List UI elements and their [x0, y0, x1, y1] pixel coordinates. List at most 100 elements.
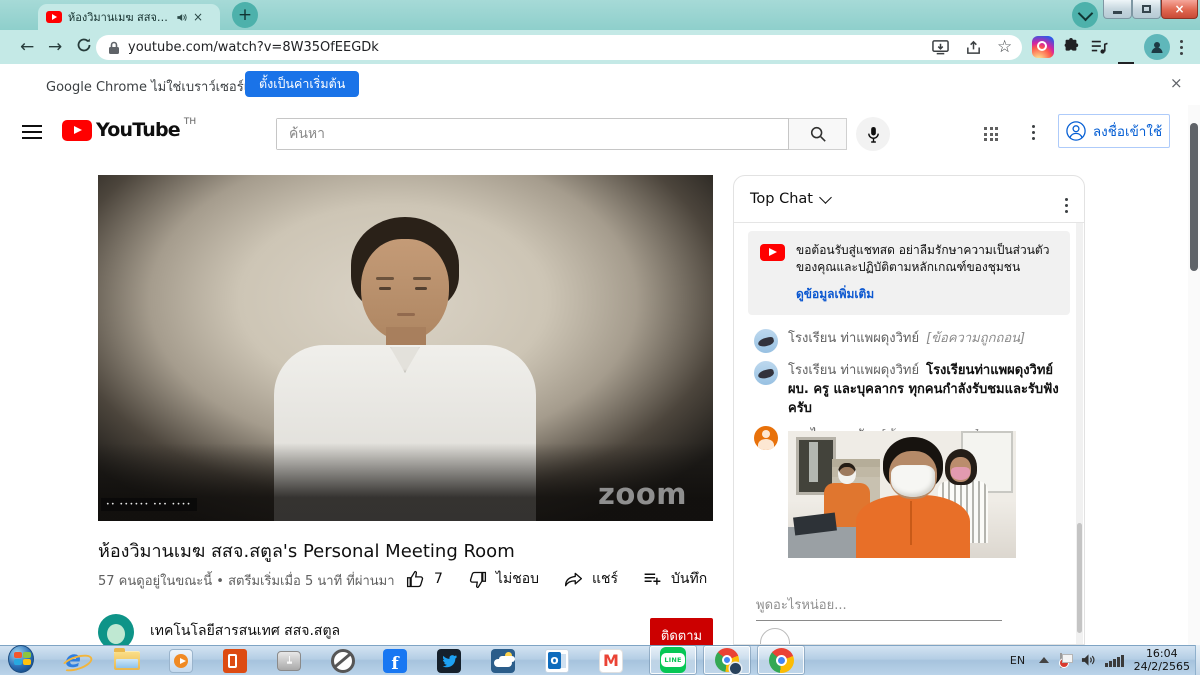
usb-device-icon	[277, 651, 301, 671]
chat-scrollbar-thumb[interactable]	[1077, 523, 1082, 633]
live-chat-panel: Top Chat ขอต้อนรับสู่แชทสด อย่าลืมรักษาค…	[733, 175, 1085, 645]
media-player-icon	[169, 649, 193, 673]
taskbar-file-explorer[interactable]	[114, 648, 140, 673]
youtube-wordmark: YouTube	[96, 120, 180, 141]
search-icon	[809, 125, 827, 143]
country-code: TH	[184, 117, 196, 127]
tab-search-button[interactable]	[1072, 2, 1098, 28]
save-button[interactable]: บันทึก	[642, 568, 707, 590]
line-icon: LINE	[660, 647, 686, 673]
bookmark-star-icon[interactable]: ☆	[997, 37, 1012, 57]
taskbar-internet-explorer[interactable]: e	[60, 648, 86, 673]
reload-button[interactable]	[76, 37, 92, 53]
chat-input[interactable]: พูดอะไรหน่อย...	[756, 594, 1002, 621]
sign-in-button[interactable]: ลงชื่อเข้าใช้	[1058, 114, 1170, 148]
window-minimize-button[interactable]	[1103, 0, 1132, 19]
taskbar-office[interactable]	[222, 648, 248, 673]
taskbar-outlook[interactable]	[544, 648, 570, 673]
chat-header: Top Chat	[734, 176, 1084, 223]
tab-audio-icon[interactable]	[176, 12, 187, 23]
learn-more-link[interactable]: ดูข้อมูลเพิ่มเติม	[796, 285, 874, 304]
window-maximize-button[interactable]	[1132, 0, 1161, 19]
internet-explorer-icon: e	[65, 649, 81, 672]
clock-time: 16:04	[1134, 647, 1190, 660]
taskbar-line-app[interactable]: LINE	[650, 646, 696, 674]
share-page-icon[interactable]	[965, 39, 982, 56]
action-center-flag-icon[interactable]	[1059, 653, 1072, 668]
profile-avatar[interactable]	[1144, 34, 1170, 60]
system-tray: EN 16:04 24/2/2565	[1010, 645, 1200, 675]
video-actions: 7 ไม่ชอบ แชร์ บันทึก	[405, 566, 750, 592]
chat-user-avatar	[760, 628, 790, 645]
chat-avatar[interactable]	[754, 426, 778, 450]
forward-button[interactable]: →	[48, 38, 62, 56]
chat-avatar[interactable]	[754, 329, 778, 353]
search-button[interactable]	[789, 118, 847, 150]
tab-close-icon[interactable]: ×	[193, 11, 203, 23]
url-bar[interactable]: youtube.com/watch?v=8W35OfEEGDk	[96, 35, 1022, 60]
microphone-icon	[866, 126, 881, 143]
extension-instagram-icon[interactable]	[1032, 36, 1054, 58]
browser-titlebar: ห้องวิมานเมฆ สสจ.สตูล's Pers × + ×	[0, 0, 1200, 30]
taskbar-chrome-profile[interactable]	[704, 646, 750, 674]
taskbar-usb-device[interactable]	[276, 648, 302, 673]
weather-cloud-icon	[491, 649, 515, 673]
taskbar-twitter[interactable]	[436, 648, 462, 673]
browser-tab[interactable]: ห้องวิมานเมฆ สสจ.สตูล's Pers ×	[38, 4, 220, 30]
start-button[interactable]	[8, 646, 34, 671]
chat-author[interactable]: โรงเรียน ท่าแพผดุงวิทย์	[788, 363, 919, 378]
show-desktop-button[interactable]	[1195, 645, 1200, 675]
search-input[interactable]	[277, 119, 788, 149]
chat-menu-icon[interactable]	[1065, 198, 1068, 201]
lock-icon	[108, 41, 120, 55]
profile-badge-icon	[730, 663, 741, 674]
youtube-logo[interactable]: YouTube TH	[62, 120, 196, 141]
chevron-down-icon[interactable]	[819, 191, 832, 204]
channel-name[interactable]: เทคโนโลยีสารสนเทศ สสจ.สตูล	[150, 620, 340, 642]
media-controls-icon[interactable]	[1090, 38, 1108, 56]
volume-icon[interactable]	[1081, 653, 1096, 667]
voice-search-button[interactable]	[856, 117, 890, 151]
video-stats: 57 คนดูอยู่ในขณะนี้ • สตรีมเริ่มเมื่อ 5 …	[98, 570, 395, 591]
thumb-up-icon	[405, 569, 426, 590]
chat-scrollbar[interactable]	[1076, 223, 1083, 645]
guide-menu-icon[interactable]	[22, 125, 42, 139]
language-indicator[interactable]: EN	[1010, 654, 1025, 667]
meeting-caption-overlay: •• •••••• ••• ••••	[101, 498, 197, 511]
taskbar-chrome[interactable]	[758, 646, 804, 674]
clock-date: 24/2/2565	[1134, 660, 1190, 673]
chat-mode-label[interactable]: Top Chat	[750, 191, 813, 207]
share-button[interactable]: แชร์	[563, 568, 618, 590]
chat-author[interactable]: โรงเรียน ท่าแพผดุงวิทย์	[788, 331, 919, 346]
taskbar-media-player[interactable]	[168, 648, 194, 673]
taskbar-weather[interactable]	[490, 648, 516, 673]
taskbar-clock[interactable]: 16:04 24/2/2565	[1134, 647, 1190, 673]
like-button[interactable]: 7	[405, 569, 443, 590]
chat-message: โรงเรียน ท่าแพผดุงวิทย์[ข้อความถูกถอน]	[734, 325, 1084, 357]
page-scrollbar-thumb[interactable]	[1190, 123, 1198, 271]
video-player[interactable]: •• •••••• ••• •••• zoom	[98, 175, 713, 521]
share-label: แชร์	[592, 568, 618, 590]
chat-image[interactable]	[788, 431, 1016, 558]
page-scrollbar[interactable]	[1188, 105, 1200, 645]
browser-menu-icon[interactable]	[1180, 40, 1183, 43]
extensions-puzzle-icon[interactable]	[1062, 38, 1080, 56]
chat-avatar[interactable]	[754, 361, 778, 385]
youtube-apps-icon[interactable]	[984, 127, 998, 141]
banner-close-icon[interactable]: ×	[1170, 74, 1183, 92]
chat-welcome-card: ขอต้อนรับสู่แชทสด อย่าลืมรักษาความเป็นส่…	[748, 231, 1070, 315]
taskbar-gmail[interactable]: M	[598, 648, 624, 673]
install-app-icon[interactable]	[932, 39, 949, 56]
hidden-icons-arrow[interactable]	[1039, 657, 1049, 663]
network-signal-icon[interactable]	[1105, 654, 1124, 667]
youtube-settings-menu-icon[interactable]	[1032, 125, 1035, 128]
set-default-button[interactable]: ตั้งเป็นค่าเริ่มต้น	[245, 71, 359, 97]
dislike-button[interactable]: ไม่ชอบ	[467, 568, 539, 590]
search-box	[276, 118, 789, 150]
chevron-down-icon	[1077, 5, 1093, 21]
back-button[interactable]: ←	[20, 38, 34, 56]
taskbar-disc-burner[interactable]	[330, 648, 356, 673]
window-close-button[interactable]: ×	[1161, 0, 1198, 19]
taskbar-facebook[interactable]: f	[382, 648, 408, 673]
new-tab-button[interactable]: +	[232, 2, 258, 28]
